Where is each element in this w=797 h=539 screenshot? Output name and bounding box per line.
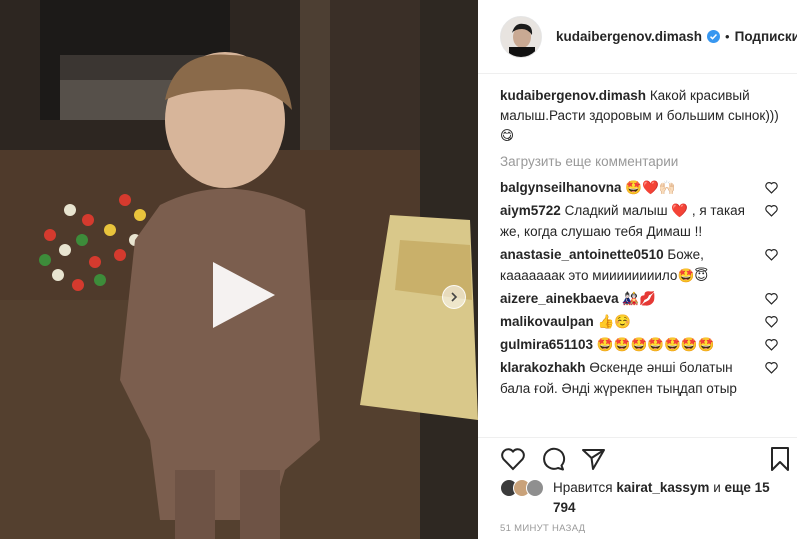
comment-item: gulmira651103 🤩🤩🤩🤩🤩🤩🤩 <box>500 334 790 355</box>
play-icon <box>213 262 275 328</box>
heart-icon[interactable] <box>765 361 778 374</box>
bookmark-icon[interactable] <box>767 446 793 472</box>
likes-text: Нравится kairat_kassym и еще 15 794 <box>553 478 790 518</box>
post-media-video[interactable] <box>0 0 478 539</box>
likes-summary: Нравится kairat_kassym и еще 15 794 <box>500 478 790 518</box>
liker-username[interactable]: kairat_kassym <box>616 480 709 495</box>
comment-text: 🎎💋 <box>622 291 656 306</box>
avatar-image <box>501 16 541 57</box>
load-more-comments-button[interactable]: Загрузить еще комментарии <box>500 154 790 169</box>
post-header: kudaibergenov.dimash • Подписки <box>478 0 797 74</box>
comment-item: malikovaulpan 👍☺️ <box>500 311 790 332</box>
comment-username[interactable]: klarakozhakh <box>500 360 586 375</box>
actions-divider <box>478 437 797 438</box>
avatar[interactable] <box>526 479 544 497</box>
following-button[interactable]: Подписки <box>735 29 797 44</box>
comment-item: klarakozhakh Өскенде әнші болатын бала ғ… <box>500 357 790 399</box>
comment-username[interactable]: malikovaulpan <box>500 314 594 329</box>
verified-badge-icon <box>707 30 721 43</box>
post-caption: kudaibergenov.dimash Какой красивый малы… <box>500 86 790 146</box>
heart-icon[interactable] <box>765 338 778 351</box>
next-media-button[interactable] <box>442 285 466 309</box>
comment-username[interactable]: gulmira651103 <box>500 337 593 352</box>
comment-text: 🤩🤩🤩🤩🤩🤩🤩 <box>596 337 715 352</box>
heart-icon[interactable] <box>765 248 778 261</box>
caption-username[interactable]: kudaibergenov.dimash <box>500 88 646 103</box>
comment-username[interactable]: balgynseilhanovna <box>500 180 622 195</box>
post-side-panel: kudaibergenov.dimash • Подписки kudaiber… <box>478 0 797 539</box>
author-avatar[interactable] <box>500 15 542 58</box>
heart-icon[interactable] <box>765 315 778 328</box>
comment-username[interactable]: anastasie_antoinette0510 <box>500 247 664 262</box>
heart-icon[interactable] <box>500 446 526 472</box>
chevron-right-icon <box>451 292 458 302</box>
play-button[interactable] <box>209 262 275 328</box>
share-icon[interactable] <box>580 446 606 472</box>
comment-icon[interactable] <box>540 446 566 472</box>
comment-username[interactable]: aizere_ainekbaeva <box>500 291 619 306</box>
comment-username[interactable]: aiym5722 <box>500 203 561 218</box>
comment-item: balgynseilhanovna 🤩❤️🙌🏻 <box>500 177 790 198</box>
comments-list: kudaibergenov.dimash Какой красивый малы… <box>500 86 790 436</box>
author-username[interactable]: kudaibergenov.dimash <box>556 29 702 44</box>
comment-item: anastasie_antoinette0510 Боже, кааааааак… <box>500 244 790 286</box>
header-separator: • <box>725 29 730 44</box>
heart-icon[interactable] <box>765 292 778 305</box>
likes-conj: и <box>713 480 721 495</box>
liker-avatars <box>500 479 544 518</box>
heart-icon[interactable] <box>765 181 778 194</box>
heart-icon[interactable] <box>765 204 778 217</box>
comment-item: aiym5722 Сладкий малыш ❤️ , я такая же, … <box>500 200 790 242</box>
post-timestamp[interactable]: 51 МИНУТ НАЗАД <box>500 523 585 534</box>
likes-prefix: Нравится <box>553 480 613 495</box>
comment-item: aizere_ainekbaeva 🎎💋 <box>500 288 790 309</box>
comment-text: 👍☺️ <box>597 314 632 329</box>
comment-text: 🤩❤️🙌🏻 <box>625 180 676 195</box>
